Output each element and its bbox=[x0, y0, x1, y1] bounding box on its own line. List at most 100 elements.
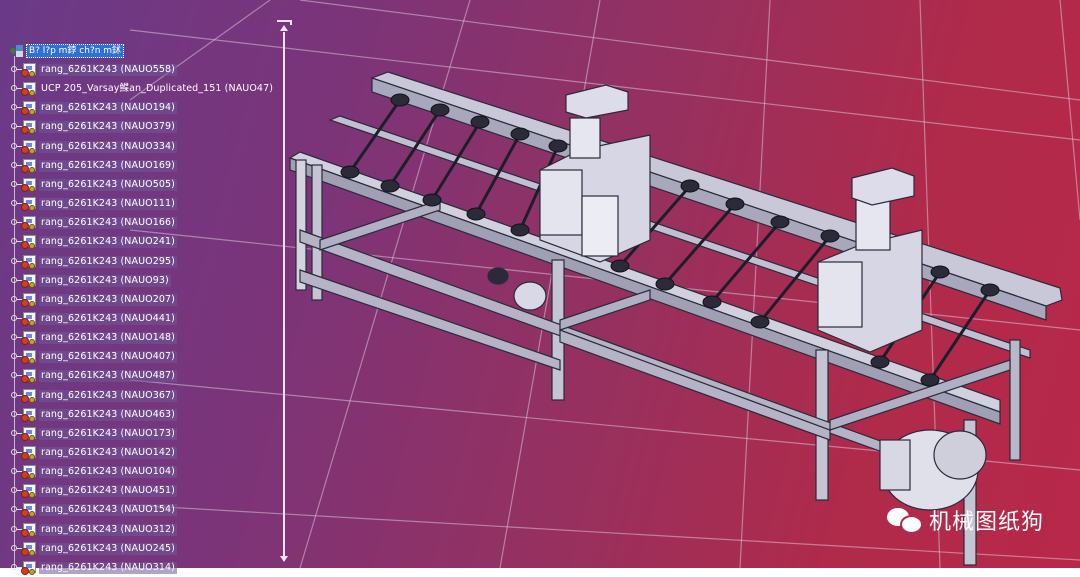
tree-item-label[interactable]: rang_6261K243 (NAUO487) bbox=[39, 370, 177, 383]
tree-expand-node-icon[interactable] bbox=[10, 253, 22, 271]
tree-item[interactable]: rang_6261K243 (NAUO487) bbox=[10, 367, 177, 385]
tree-item[interactable]: rang_6261K243 (NAUO142) bbox=[10, 444, 177, 462]
tree-item-label[interactable]: rang_6261K243 (NAUO463) bbox=[39, 408, 177, 421]
part-icon bbox=[21, 503, 37, 518]
tree-expand-node-icon[interactable] bbox=[10, 195, 22, 213]
tree-item[interactable]: rang_6261K243 (NAUO367) bbox=[10, 387, 177, 405]
part-icon bbox=[21, 235, 37, 250]
tree-item[interactable]: rang_6261K243 (NAUO407) bbox=[10, 348, 177, 366]
tree-item[interactable]: rang_6261K243 (NAUO154) bbox=[10, 501, 177, 519]
tree-item[interactable]: rang_6261K243 (NAUO169) bbox=[10, 157, 177, 175]
tree-item[interactable]: rang_6261K243 (NAUO173) bbox=[10, 425, 177, 443]
part-icon bbox=[21, 311, 37, 326]
tree-item-label[interactable]: rang_6261K243 (NAUO367) bbox=[39, 389, 177, 402]
tree-item-label[interactable]: rang_6261K243 (NAUO207) bbox=[39, 293, 177, 306]
part-icon bbox=[21, 446, 37, 460]
tree-root-label[interactable]: B? l?p m鋍 ch?n m鉥 bbox=[26, 44, 125, 58]
tree-expand-node-icon[interactable] bbox=[10, 501, 22, 519]
tree-expand-node-icon[interactable] bbox=[10, 406, 22, 424]
tree-expand-node-icon[interactable] bbox=[10, 444, 22, 462]
tree-item[interactable]: rang_6261K243 (NAUO166) bbox=[10, 214, 177, 232]
tree-item[interactable]: rang_6261K243 (NAUO451) bbox=[10, 482, 177, 500]
tree-item-label[interactable]: rang_6261K243 (NAUO441) bbox=[39, 312, 177, 325]
tree-expand-node-icon[interactable] bbox=[10, 214, 22, 232]
tree-expand-node-icon[interactable] bbox=[10, 482, 22, 500]
tree-item-label[interactable]: rang_6261K243 (NAUO169) bbox=[39, 159, 177, 172]
tree-item[interactable]: UCP 205_Varsay鰈an_Duplicated_151 (NAUO47… bbox=[10, 80, 275, 98]
scroll-down-arrow-icon[interactable] bbox=[280, 556, 288, 562]
tree-scrollbar[interactable] bbox=[277, 20, 292, 568]
tree-expand-node-icon[interactable] bbox=[10, 233, 22, 251]
tree-item-label[interactable]: rang_6261K243 (NAUO241) bbox=[39, 236, 177, 249]
part-icon bbox=[21, 350, 37, 365]
tree-item-label[interactable]: rang_6261K243 (NAUO154) bbox=[39, 504, 177, 517]
tree-item-label[interactable]: rang_6261K243 (NAUO111) bbox=[39, 198, 177, 211]
tree-expand-node-icon[interactable] bbox=[10, 540, 22, 558]
tree-item[interactable]: rang_6261K243 (NAUO463) bbox=[10, 406, 177, 424]
tree-item-label[interactable]: rang_6261K243 (NAUO334) bbox=[39, 140, 177, 153]
tree-expand-node-icon[interactable] bbox=[10, 291, 22, 309]
tree-expand-node-icon[interactable] bbox=[10, 80, 22, 98]
tree-item[interactable]: rang_6261K243 (NAUO245) bbox=[10, 540, 177, 558]
tree-expand-node-icon[interactable] bbox=[10, 99, 22, 117]
part-icon bbox=[21, 369, 37, 384]
tree-expand-node-icon[interactable] bbox=[10, 118, 22, 136]
tree-item-label[interactable]: rang_6261K243 (NAUO245) bbox=[39, 542, 177, 555]
tree-item-label[interactable]: rang_6261K243 (NAUO558) bbox=[39, 64, 177, 76]
tree-root[interactable]: B? l?p m鋍 ch?n m鉥 bbox=[10, 42, 125, 60]
tree-item[interactable]: rang_6261K243 (NAUO334) bbox=[10, 138, 177, 156]
scrollbar-rail[interactable] bbox=[283, 32, 285, 556]
tree-expand-node-icon[interactable] bbox=[10, 367, 22, 385]
tree-expand-node-icon[interactable] bbox=[10, 157, 22, 175]
tree-item-label[interactable]: rang_6261K243 (NAUO505) bbox=[39, 178, 177, 191]
tree-item-label[interactable]: rang_6261K243 (NAUO451) bbox=[39, 485, 177, 498]
tree-item-label[interactable]: rang_6261K243 (NAUO148) bbox=[39, 332, 177, 345]
tree-item-label[interactable]: rang_6261K243 (NAUO194) bbox=[39, 102, 177, 115]
tree-expand-node-icon[interactable] bbox=[10, 425, 22, 443]
part-icon bbox=[21, 158, 37, 173]
tree-item[interactable]: rang_6261K243 (NAUO148) bbox=[10, 329, 177, 347]
tree-item[interactable]: rang_6261K243 (NAUO111) bbox=[10, 195, 177, 213]
tree-item[interactable]: rang_6261K243 (NAUO312) bbox=[10, 521, 177, 539]
tree-item-label[interactable]: UCP 205_Varsay鰈an_Duplicated_151 (NAUO47… bbox=[39, 83, 275, 95]
conveyor-machine-model[interactable] bbox=[288, 71, 1063, 566]
tree-item-label[interactable]: rang_6261K243 (NAUO93) bbox=[39, 274, 171, 287]
tree-expand-node-icon[interactable] bbox=[10, 521, 22, 539]
tree-expand-node-icon[interactable] bbox=[10, 348, 22, 366]
part-icon bbox=[21, 407, 37, 422]
tree-item-label[interactable]: rang_6261K243 (NAUO142) bbox=[39, 447, 177, 459]
tree-item[interactable]: rang_6261K243 (NAUO104) bbox=[10, 463, 177, 481]
part-icon bbox=[21, 465, 37, 480]
tree-item-label[interactable]: rang_6261K243 (NAUO407) bbox=[39, 351, 177, 364]
tree-item-label[interactable]: rang_6261K243 (NAUO166) bbox=[39, 217, 177, 230]
tree-expand-node-icon[interactable] bbox=[10, 138, 22, 156]
part-icon bbox=[21, 177, 37, 192]
tree-expand-node-icon[interactable] bbox=[10, 176, 22, 194]
tree-expand-node-icon[interactable] bbox=[10, 272, 22, 290]
watermark: 机械图纸狗 bbox=[886, 505, 1044, 535]
tree-item[interactable]: rang_6261K243 (NAUO241) bbox=[10, 233, 177, 251]
tree-item-label[interactable]: rang_6261K243 (NAUO379) bbox=[39, 121, 177, 134]
tree-item[interactable]: rang_6261K243 (NAUO295) bbox=[10, 253, 177, 271]
part-icon bbox=[21, 331, 37, 346]
part-icon bbox=[21, 522, 37, 537]
part-icon bbox=[21, 101, 37, 116]
scroll-up-arrow-icon[interactable] bbox=[280, 25, 288, 31]
tree-expand-node-icon[interactable] bbox=[10, 310, 22, 328]
tree-item-label[interactable]: rang_6261K243 (NAUO173) bbox=[39, 427, 177, 440]
tree-expand-node-icon[interactable] bbox=[10, 61, 22, 79]
tree-item[interactable]: rang_6261K243 (NAUO505) bbox=[10, 176, 177, 194]
tree-item-label[interactable]: rang_6261K243 (NAUO104) bbox=[39, 466, 177, 479]
tree-item[interactable]: rang_6261K243 (NAUO558) bbox=[10, 61, 177, 79]
tree-item-label[interactable]: rang_6261K243 (NAUO295) bbox=[39, 255, 177, 268]
tree-item[interactable]: rang_6261K243 (NAUO379) bbox=[10, 118, 177, 136]
tree-expand-node-icon[interactable] bbox=[10, 329, 22, 347]
tree-expand-node-icon[interactable] bbox=[10, 387, 22, 405]
tree-item[interactable]: rang_6261K243 (NAUO207) bbox=[10, 291, 177, 309]
specification-tree[interactable]: B? l?p m鋍 ch?n m鉥 rang_6261K243 (NAUO558… bbox=[0, 0, 292, 575]
tree-expand-node-icon[interactable] bbox=[10, 463, 22, 481]
tree-item[interactable]: rang_6261K243 (NAUO441) bbox=[10, 310, 177, 328]
tree-item-label[interactable]: rang_6261K243 (NAUO312) bbox=[39, 523, 177, 536]
tree-item[interactable]: rang_6261K243 (NAUO93) bbox=[10, 272, 171, 290]
tree-item[interactable]: rang_6261K243 (NAUO194) bbox=[10, 99, 177, 117]
